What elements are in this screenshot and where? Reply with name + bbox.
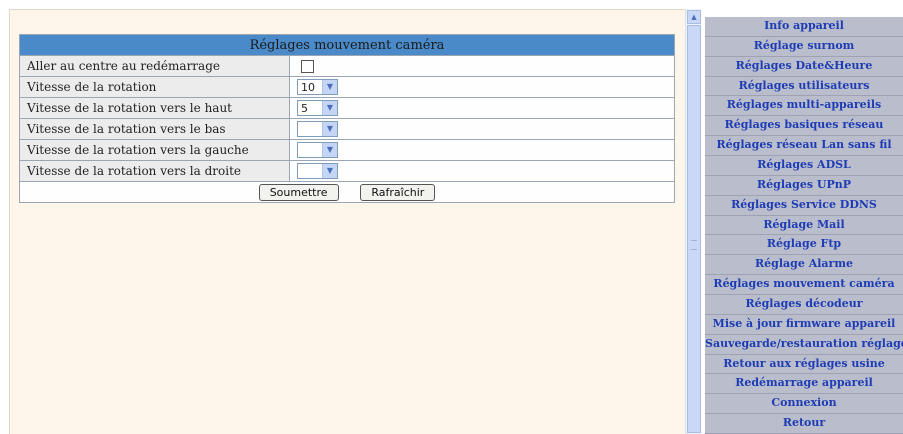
chevron-down-icon: ▼: [322, 122, 337, 136]
sidebar-item[interactable]: Réglage Alarme: [705, 255, 903, 276]
center-on-reboot-checkbox[interactable]: [301, 60, 314, 73]
table-row: Vitesse de la rotation vers le haut 5 ▼: [19, 97, 675, 119]
sidebar-item[interactable]: Réglages décodeur: [705, 295, 903, 315]
chevron-down-icon: ▼: [322, 101, 337, 115]
rotation-speed-left-select[interactable]: ▼: [297, 142, 338, 158]
sidebar-item[interactable]: Retour: [705, 414, 903, 434]
row-value: ▼: [289, 118, 675, 140]
sidebar-item[interactable]: Réglages Date&Heure: [705, 56, 903, 77]
refresh-button[interactable]: Rafraîchir: [360, 183, 436, 201]
sidebar-item[interactable]: Réglages Service DDNS: [705, 195, 903, 216]
sidebar-item[interactable]: Réglage Ftp: [705, 235, 903, 256]
row-label-rotation-speed-down: Vitesse de la rotation vers le bas: [19, 118, 290, 140]
vertical-scrollbar[interactable]: ▲: [685, 9, 701, 434]
sidebar-item[interactable]: Réglages ADSL: [705, 156, 903, 176]
sidebar-item[interactable]: Réglages réseau Lan sans fil: [705, 136, 903, 156]
chevron-down-icon: ▼: [322, 164, 337, 178]
rotation-speed-select[interactable]: 10 ▼: [297, 79, 338, 95]
main-frame: Réglages mouvement caméra Aller au centr…: [9, 9, 685, 434]
scrollbar-thumb[interactable]: [687, 25, 701, 433]
table-row: Aller au centre au redémarrage: [19, 55, 675, 77]
chevron-down-icon: ▼: [322, 143, 337, 157]
sidebar-item[interactable]: Réglage surnom: [705, 36, 903, 57]
sidebar-item[interactable]: Redémarrage appareil: [705, 374, 903, 395]
sidebar-item[interactable]: Retour aux réglages usine: [705, 354, 903, 375]
chevron-down-icon: ▼: [322, 80, 337, 94]
button-row: Soumettre Rafraîchir: [19, 181, 675, 203]
sidebar-item[interactable]: Réglages basiques réseau: [705, 116, 903, 137]
rotation-speed-up-select[interactable]: 5 ▼: [297, 100, 338, 116]
sidebar-item[interactable]: Connexion: [705, 394, 903, 415]
sidebar-menu: Info appareil Réglage surnom Réglages Date…: [705, 17, 903, 434]
camera-movement-settings-table: Réglages mouvement caméra Aller au centr…: [19, 34, 675, 203]
table-row: Vitesse de la rotation vers la droite ▼: [19, 160, 675, 182]
row-label-rotation-speed-up: Vitesse de la rotation vers le haut: [19, 97, 290, 119]
row-label-center-on-reboot: Aller au centre au redémarrage: [19, 55, 290, 77]
table-row: Vitesse de la rotation 10 ▼: [19, 76, 675, 98]
panel-title: Réglages mouvement caméra: [19, 34, 675, 56]
row-value: ▼: [289, 139, 675, 161]
sidebar-item[interactable]: Réglage Mail: [705, 215, 903, 236]
rotation-speed-up-value: 5: [301, 101, 308, 115]
sidebar-item[interactable]: Mise à jour firmware appareil: [705, 314, 903, 335]
sidebar-item[interactable]: Sauvegarde/restauration réglages: [705, 334, 903, 355]
rotation-speed-value: 10: [301, 80, 315, 94]
row-label-rotation-speed-right: Vitesse de la rotation vers la droite: [19, 160, 290, 182]
row-label-rotation-speed-left: Vitesse de la rotation vers la gauche: [19, 139, 290, 161]
sidebar-item[interactable]: Réglages utilisateurs: [705, 76, 903, 97]
row-value: ▼: [289, 160, 675, 182]
scrollbar-grip: [691, 240, 697, 250]
row-value: 10 ▼: [289, 76, 675, 98]
sidebar-item[interactable]: Réglages multi-appareils: [705, 96, 903, 117]
submit-button[interactable]: Soumettre: [258, 183, 339, 201]
sidebar-item[interactable]: Réglages UPnP: [705, 175, 903, 196]
rotation-speed-right-select[interactable]: ▼: [297, 163, 338, 179]
row-value: 5 ▼: [289, 97, 675, 119]
row-value: [289, 55, 675, 77]
table-row: Vitesse de la rotation vers le bas ▼: [19, 118, 675, 140]
sidebar-item[interactable]: Info appareil: [705, 17, 903, 37]
sidebar-item[interactable]: Réglages mouvement caméra: [705, 275, 903, 295]
chevron-up-icon[interactable]: ▲: [687, 10, 701, 24]
rotation-speed-down-select[interactable]: ▼: [297, 121, 338, 137]
table-row: Vitesse de la rotation vers la gauche ▼: [19, 139, 675, 161]
row-label-rotation-speed: Vitesse de la rotation: [19, 76, 290, 98]
